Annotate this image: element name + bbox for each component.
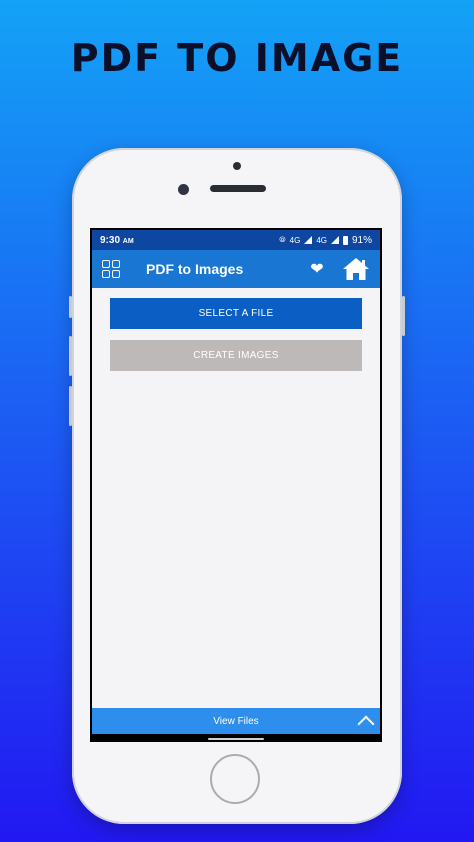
phone-speaker <box>210 185 266 192</box>
status-bar: 9:30 AM ⦾ 4G 4G 91% <box>92 230 380 250</box>
heart-icon[interactable]: ❤ <box>306 259 328 279</box>
create-images-button[interactable]: CREATE IMAGES <box>110 340 362 371</box>
phone-volume-up-button <box>69 336 72 376</box>
phone-power-button <box>402 296 405 336</box>
grid-menu-icon[interactable] <box>102 260 120 278</box>
promo-title: PDF TO IMAGE <box>70 36 404 80</box>
main-content: SELECT A FILE CREATE IMAGES <box>92 288 380 708</box>
select-file-button[interactable]: SELECT A FILE <box>110 298 362 329</box>
status-icons: ⦾ 4G 4G 91% <box>279 235 372 246</box>
phone-volume-down-button <box>69 386 72 426</box>
status-time: 9:30 AM <box>100 234 134 246</box>
app-bar: PDF to Images ❤ <box>92 250 380 288</box>
phone-side-button <box>69 296 72 318</box>
network-label-2: 4G <box>316 235 327 245</box>
phone-frame: 9:30 AM ⦾ 4G 4G 91% PDF to Images ❤ SELE… <box>69 148 405 824</box>
phone-screen: 9:30 AM ⦾ 4G 4G 91% PDF to Images ❤ SELE… <box>90 228 382 742</box>
signal-icon <box>330 236 339 244</box>
gesture-bar <box>208 738 264 740</box>
hotspot-icon: ⦾ <box>279 235 286 244</box>
phone-camera <box>178 184 189 195</box>
network-label-1: 4G <box>289 235 301 245</box>
home-icon[interactable] <box>342 257 370 281</box>
view-files-bar[interactable]: View Files <box>92 708 380 734</box>
signal-icon <box>304 236 313 244</box>
battery-percent: 91% <box>351 234 372 246</box>
chevron-up-icon[interactable] <box>357 715 375 733</box>
battery-icon <box>342 235 348 245</box>
app-title: PDF to Images <box>146 261 244 277</box>
view-files-label: View Files <box>213 715 259 727</box>
phone-sensor <box>233 162 241 170</box>
phone-home-button <box>210 754 260 804</box>
